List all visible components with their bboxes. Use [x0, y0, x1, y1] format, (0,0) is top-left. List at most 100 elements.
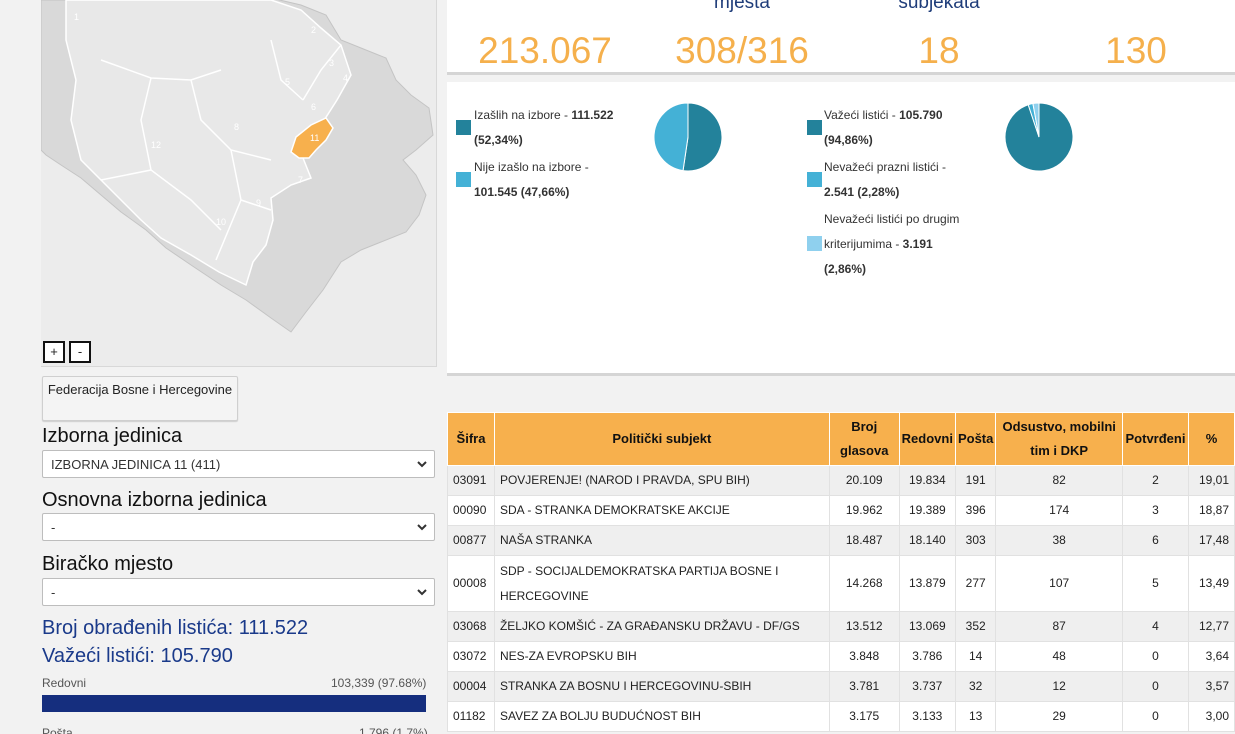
cell-subjekt: NAŠA STRANKA: [493, 525, 830, 556]
federation-button[interactable]: Federacija Bosne i Hercegovine: [42, 376, 238, 421]
cell-sifra: 03072: [447, 641, 495, 672]
region-label-1: 1: [74, 12, 80, 22]
header-posta[interactable]: Pošta: [954, 412, 997, 466]
legend-vazeci-pct: (94,86%): [824, 133, 873, 147]
cell-percent: 12,77: [1187, 611, 1235, 642]
map-panel[interactable]: 1 2 3 4 5 6 7 8 9 10 11 12 + -: [41, 0, 437, 367]
cell-percent: 13,49: [1187, 555, 1235, 612]
cell-posta: 13: [954, 701, 997, 732]
cell-subjekt: SAVEZ ZA BOLJU BUDUĆNOST BIH: [493, 701, 830, 732]
region-label-4: 4: [343, 73, 349, 83]
table-row[interactable]: 00877 NAŠA STRANKA 18.487 18.140 303 38 …: [447, 525, 1235, 556]
header-broj-line1: Broj: [851, 419, 878, 434]
summary-value-1: 213.067: [478, 30, 612, 71]
cell-posta: 303: [954, 525, 997, 556]
table-row[interactable]: 01182 SAVEZ ZA BOLJU BUDUĆNOST BIH 3.175…: [447, 701, 1235, 732]
table-row[interactable]: 03068 ŽELJKO KOMŠIĆ - ZA GRAĐANSKU DRŽAV…: [447, 611, 1235, 642]
cell-posta: 32: [954, 671, 997, 702]
turnout-pie-slice-1: [682, 102, 723, 172]
cell-sifra: 03068: [447, 611, 495, 642]
biracko-mjesto-label: Biračko mjesto: [42, 553, 174, 575]
cell-potvrdeni: 3: [1122, 495, 1189, 526]
cell-potvrdeni: 0: [1122, 641, 1189, 672]
cell-percent: 19,01: [1187, 465, 1235, 496]
cell-potvrdeni: 0: [1122, 671, 1189, 702]
cell-broj: 13.512: [828, 611, 900, 642]
cell-odsustvo: 82: [995, 465, 1123, 496]
posta-bar-value: 1,796 (1.7%): [359, 726, 428, 734]
chevron-down-icon: [417, 461, 427, 468]
region-label-6: 6: [311, 102, 317, 112]
cell-redovni: 13.879: [898, 555, 956, 612]
cell-percent: 18,87: [1187, 495, 1235, 526]
legend-izaslih: Izašlih na izbore - 111.522 (52,34%): [474, 103, 613, 153]
header-odsustvo[interactable]: Odsustvo, mobilni tim i DKP: [995, 412, 1123, 466]
header-sifra[interactable]: Šifra: [447, 412, 495, 466]
turnout-pie-chart: [653, 102, 723, 172]
vazeci-listici-stat: Važeći listići: 105.790: [42, 645, 233, 667]
cell-broj: 14.268: [828, 555, 900, 612]
cell-odsustvo: 29: [995, 701, 1123, 732]
summary-value-3: 18: [918, 30, 960, 71]
osnovna-izborna-jedinica-select[interactable]: -: [42, 513, 435, 541]
header-broj-glasova[interactable]: Broj glasova: [828, 412, 900, 466]
region-label-3: 3: [329, 58, 335, 68]
header-broj-line2: glasova: [840, 443, 889, 458]
zoom-in-button[interactable]: +: [43, 341, 65, 363]
legend-nije-value: 101.545 (47,66%): [474, 185, 570, 199]
legend-prazni-value: 2.541 (2,28%): [824, 185, 900, 199]
cell-broj: 3.848: [828, 641, 900, 672]
legend-drugi-value: 3.191: [902, 237, 933, 251]
legend-swatch-nije: [456, 172, 471, 187]
region-label-9: 9: [256, 198, 262, 208]
obradjenih-listica-stat: Broj obrađenih listića: 111.522: [42, 617, 309, 639]
turnout-pie-slice-2: [653, 102, 689, 172]
chevron-down-icon: [417, 524, 427, 531]
osnovna-izborna-jedinica-value: -: [51, 520, 56, 535]
cell-subjekt: SDA - STRANKA DEMOKRATSKE AKCIJE: [493, 495, 830, 526]
posta-bar-label: Pošta: [42, 726, 73, 734]
cell-subjekt: POVJERENJE! (NAROD I PRAVDA, SPU BIH): [493, 465, 830, 496]
legend-vazeci: Važeći listići - 105.790 (94,86%): [824, 103, 943, 153]
cell-potvrdeni: 4: [1122, 611, 1189, 642]
biracko-mjesto-select[interactable]: -: [42, 578, 435, 606]
cell-subjekt: ŽELJKO KOMŠIĆ - ZA GRAĐANSKU DRŽAVU - DF…: [493, 611, 830, 642]
table-row[interactable]: 00090 SDA - STRANKA DEMOKRATSKE AKCIJE 1…: [447, 495, 1235, 526]
header-redovni[interactable]: Redovni: [898, 412, 956, 466]
region-label-10: 10: [216, 217, 227, 227]
cell-potvrdeni: 2: [1122, 465, 1189, 496]
cell-broj: 20.109: [828, 465, 900, 496]
region-label-5: 5: [285, 77, 291, 87]
zoom-out-button[interactable]: -: [69, 341, 91, 363]
cell-subjekt-line2: HERCEGOVINE: [499, 588, 589, 603]
legend-swatch-drugi: [807, 236, 822, 251]
header-percent[interactable]: %: [1187, 412, 1235, 466]
legend-prazni-label: Nevažeći prazni listići -: [824, 160, 947, 174]
table-row[interactable]: 03091 POVJERENJE! (NAROD I PRAVDA, SPU B…: [447, 465, 1235, 496]
legend-vazeci-label: Važeći listići -: [824, 108, 900, 122]
cell-odsustvo: 12: [995, 671, 1123, 702]
cell-broj: 18.487: [828, 525, 900, 556]
region-label-12: 12: [151, 140, 162, 150]
legend-drugi-label-2: kriterijumima -: [824, 237, 903, 251]
region-map[interactable]: [41, 0, 437, 367]
cell-percent: 3,00: [1187, 701, 1235, 732]
table-row[interactable]: 03072 NES-ZA EVROPSKU BIH 3.848 3.786 14…: [447, 641, 1235, 672]
cell-posta: 396: [954, 495, 997, 526]
cell-posta: 191: [954, 465, 997, 496]
cell-redovni: 19.834: [898, 465, 956, 496]
cell-potvrdeni: 5: [1122, 555, 1189, 612]
header-politicki-subjekt[interactable]: Politički subjekt: [493, 412, 830, 466]
table-row[interactable]: 00008 SDP - SOCIJALDEMOKRATSKA PARTIJA B…: [447, 555, 1235, 612]
summary-value-2: 308/316: [675, 30, 809, 71]
header-potvrdeni[interactable]: Potvrđeni: [1122, 412, 1189, 466]
izborna-jedinica-select[interactable]: IZBORNA JEDINICA 11 (411): [42, 450, 435, 478]
cell-subjekt-line1: SDP - SOCIJALDEMOKRATSKA PARTIJA BOSNE I: [499, 563, 779, 578]
izborna-jedinica-value: IZBORNA JEDINICA 11 (411): [51, 457, 221, 472]
biracko-mjesto-value: -: [51, 585, 56, 600]
table-row[interactable]: 00004 STRANKA ZA BOSNU I HERCEGOVINU-SBI…: [447, 671, 1235, 702]
region-label-11: 11: [310, 133, 320, 143]
legend-izaslih-value: 111.522: [571, 108, 614, 122]
summary-panel: mjesta subjekata 213.067 308/316 18 130: [447, 0, 1235, 75]
cell-redovni: 3.786: [898, 641, 956, 672]
